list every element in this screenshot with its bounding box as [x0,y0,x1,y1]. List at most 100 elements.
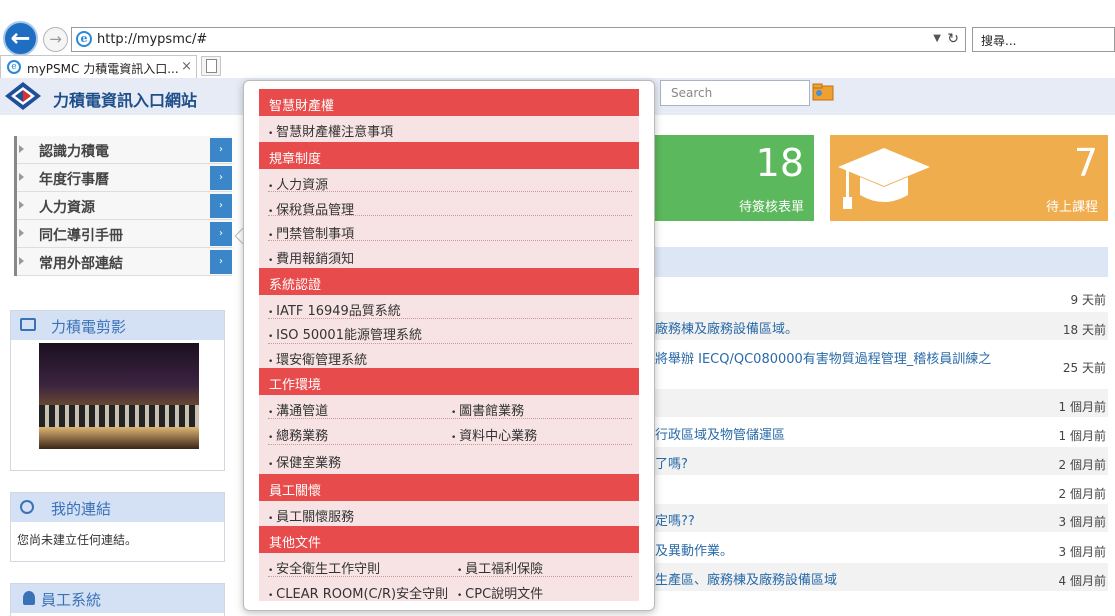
menu-item-health-room[interactable]: 保健室業務 [268,452,341,471]
list-item[interactable]: 將舉辦 IECQ/QC080000有害物質過程管理_稽核員訓練之 25 天前 [655,342,1108,382]
menu-row: 員工關懷服務 [259,501,639,527]
menu-item-welfare-insurance[interactable]: 員工福利保險 [457,558,543,577]
divider [268,444,632,445]
nav-item-handbook[interactable]: 同仁導引手冊 › [17,220,232,248]
menu-category-rules: 規章制度 [259,142,639,169]
list-item[interactable]: 定嗎?? 3 個月前 [655,504,1108,532]
image-icon [20,318,36,331]
list-item[interactable]: 9 天前 [655,282,1108,310]
list-item[interactable]: 2 個月前 [655,476,1108,504]
news-time: 2 個月前 [1058,487,1106,501]
forward-button[interactable]: → [43,27,68,52]
nav-expand-icon[interactable]: › [210,166,232,190]
divider [268,318,632,319]
browser-search-placeholder: 搜尋... [981,34,1017,48]
back-button[interactable]: ← [3,21,38,56]
pending-courses-label: 待上課程 [1045,200,1098,215]
pending-courses-count: 7 [1073,141,1098,185]
nav-arrow-icon [19,173,24,181]
menu-item-iatf[interactable]: IATF 16949品質系統 [268,300,401,319]
menu-item-expense[interactable]: 費用報銷須知 [268,248,354,267]
tab-close-icon[interactable]: × [181,59,192,74]
event-photo[interactable] [39,343,199,449]
news-time: 25 天前 [1062,361,1106,375]
ie-icon: e [76,31,92,47]
news-title[interactable]: 了嗎? [655,453,688,472]
pending-courses-card[interactable]: 7 待上課程 [830,135,1108,221]
menu-category-other: 其他文件 [259,526,639,553]
menu-item-cleanroom-rules[interactable]: CLEAR ROOM(C/R)安全守則 [268,583,448,602]
menu-item-data-center[interactable]: 資料中心業務 [451,425,537,444]
nav-item-links[interactable]: 常用外部連結 › [17,248,232,276]
employee-panel-title: 員工系統 [41,591,102,609]
menu-item-communication[interactable]: 溝通管道 [268,400,328,419]
psmc-logo-icon[interactable] [3,81,43,111]
photo-crowd [39,405,199,427]
links-empty-text: 您尚未建立任何連結。 [17,533,138,547]
menu-item-ip-notice[interactable]: 智慧財產權注意事項 [268,121,393,140]
news-time: 4 個月前 [1058,574,1106,588]
menu-item-safety-rules[interactable]: 安全衛生工作守則 [268,558,380,577]
links-panel-title: 我的連結 [51,500,112,518]
menu-item-employee-care[interactable]: 員工關懷服務 [268,506,354,525]
news-title[interactable]: 及異動作業。 [655,540,733,559]
browser-tab[interactable]: e myPSMC 力積電資訊入口... × [0,55,197,78]
menu-item-cpc-docs[interactable]: CPC說明文件 [457,583,543,602]
news-title[interactable]: 廠務棟及廠務設備區域。 [655,318,798,337]
site-search-input[interactable]: Search [660,80,810,106]
divider [268,215,632,216]
list-item[interactable]: 生產區、廠務棟及廠務設備區域 4 個月前 [655,563,1108,591]
list-item[interactable]: 行政區域及物管儲運區 1 個月前 [655,418,1108,446]
menu-item-ehs[interactable]: 環安衛管理系統 [268,349,367,368]
news-list-header [655,247,1108,277]
new-tab-icon [206,59,217,73]
menu-category-label: 系統認證 [269,278,322,293]
nav-item-label: 認識力積電 [39,144,109,160]
site-search-placeholder: Search [671,86,713,100]
pending-forms-card[interactable]: 18 待簽核表單 [655,135,814,221]
news-title[interactable]: 生產區、廠務棟及廠務設備區域 [655,569,837,588]
list-item[interactable]: 1 個月前 [655,389,1108,417]
nav-item-about[interactable]: 認識力積電 › [17,136,232,164]
nav-expand-icon[interactable]: › [210,194,232,218]
link-icon [20,500,34,514]
menu-item-library[interactable]: 圖書館業務 [451,400,524,419]
links-panel-header: 我的連結 [11,493,224,522]
employee-panel: 員工系統 [10,583,225,616]
dropdown-icon[interactable]: ▼ [933,33,941,44]
nav-item-label: 常用外部連結 [39,256,123,272]
menu-category-label: 工作環境 [269,378,322,393]
menu-category-label: 規章制度 [269,152,322,167]
address-bar[interactable]: e http://mypsmc/# ▼ ↻ [71,27,966,52]
menu-item-general-affairs[interactable]: 總務業務 [268,425,328,444]
photo-panel-header: 力積電剪影 [11,311,224,340]
list-item[interactable]: 廠務棟及廠務設備區域。 18 天前 [655,312,1108,340]
nav-expand-icon[interactable]: › [210,138,232,162]
refresh-icon[interactable]: ↻ [947,31,959,47]
menu-category-label: 智慧財產權 [269,99,335,114]
nav-expand-icon[interactable]: › [210,222,232,246]
menu-group-certification: IATF 16949品質系統 ISO 50001能源管理系統 環安衛管理系統 [259,295,639,368]
news-title[interactable]: 將舉辦 IECQ/QC080000有害物質過程管理_稽核員訓練之 [655,348,991,367]
nav-item-hr[interactable]: 人力資源 › [17,192,232,220]
nav-expand-icon[interactable]: › [210,250,232,274]
browser-search-input[interactable]: 搜尋... [972,27,1115,52]
menu-category-label: 其他文件 [269,536,322,551]
url-text: http://mypsmc/# [97,32,208,47]
new-tab-button[interactable] [201,56,221,76]
list-item[interactable]: 及異動作業。 3 個月前 [655,534,1108,562]
employee-panel-header[interactable]: 員工系統 [11,584,224,613]
site-title[interactable]: 力積電資訊入口網站 [53,87,197,111]
list-item[interactable]: 了嗎? 2 個月前 [655,447,1108,475]
menu-category-care: 員工關懷 [259,474,639,501]
folder-icon[interactable] [812,83,836,101]
news-time: 1 個月前 [1058,400,1106,414]
news-title[interactable]: 定嗎?? [655,510,695,529]
news-title[interactable]: 行政區域及物管儲運區 [655,424,785,443]
divider [268,576,632,577]
news-time: 3 個月前 [1058,545,1106,559]
menu-category-certification: 系統認證 [259,268,639,295]
nav-item-calendar[interactable]: 年度行事曆 › [17,164,232,192]
news-time: 9 天前 [1070,293,1106,307]
menu-item-iso50001[interactable]: ISO 50001能源管理系統 [268,324,422,343]
